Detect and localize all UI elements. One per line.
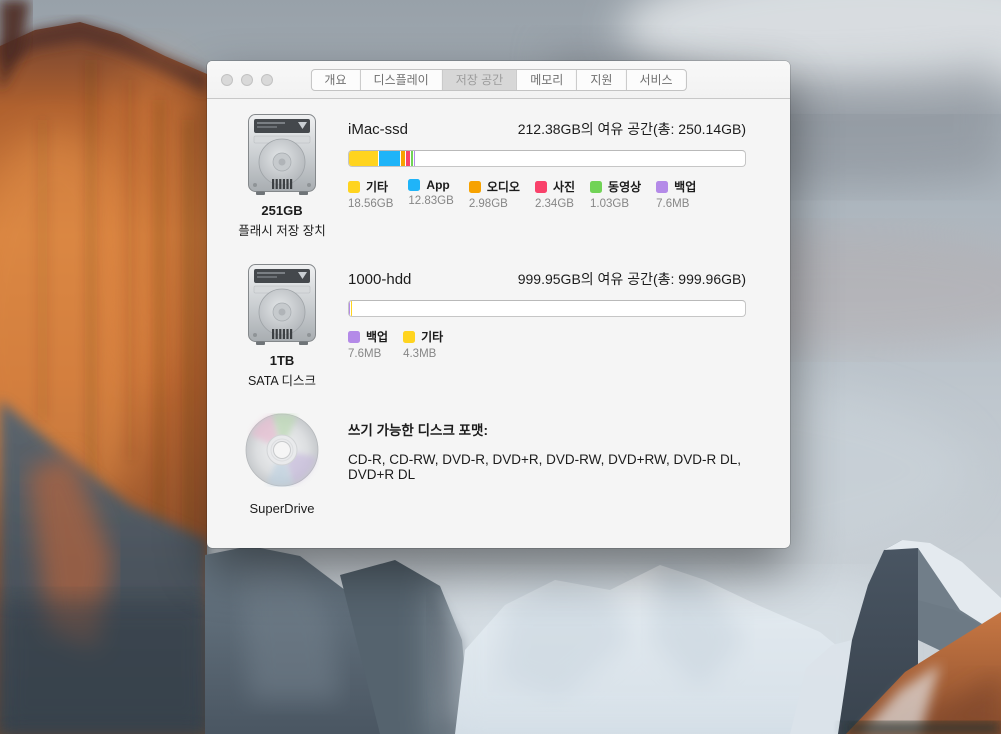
disk-row: 251GB 플래시 저장 장치 iMac-ssd 212.38GB의 여유 공간… [233, 113, 746, 263]
disk-type-label: 플래시 저장 장치 [233, 220, 331, 239]
window-titlebar[interactable]: 개요디스플레이저장 공간메모리지원서비스 [207, 61, 790, 99]
tab-3[interactable]: 메모리 [516, 70, 576, 90]
disk-free-space: 212.38GB의 여유 공간(총: 250.14GB) [518, 119, 746, 139]
legend-color-chip [408, 179, 420, 191]
writable-formats-title: 쓰기 가능한 디스크 포맷: [348, 419, 746, 439]
legend-color-chip [348, 181, 360, 193]
legend-label: App [426, 178, 449, 192]
storage-legend: 백업 7.6MB 기타 4.3MB [348, 328, 746, 360]
bar-segment [414, 151, 415, 166]
legend-item: App 12.83GB [408, 178, 453, 210]
legend-label: 백업 [366, 328, 388, 345]
bar-segment [401, 151, 406, 166]
toolbar-tabs: 개요디스플레이저장 공간메모리지원서비스 [310, 69, 686, 91]
legend-color-chip [469, 181, 481, 193]
legend-item: 기타 4.3MB [403, 328, 443, 360]
legend-item: 백업 7.6MB [348, 328, 388, 360]
bar-segment [351, 301, 352, 316]
disk-row: 1TB SATA 디스크 1000-hdd 999.95GB의 여유 공간(총:… [233, 263, 746, 413]
legend-size: 7.6MB [348, 348, 388, 360]
legend-label: 기타 [421, 328, 443, 345]
legend-size: 2.34GB [535, 198, 575, 210]
storage-legend: 기타 18.56GB App 12.83GB 오디오 2.98GB 사진 2.34GB 동영상 1… [348, 178, 746, 210]
superdrive-row: SuperDrive 쓰기 가능한 디스크 포맷: CD-R, CD-RW, D… [233, 413, 746, 516]
optical-disc-icon [245, 474, 319, 491]
legend-color-chip [590, 181, 602, 193]
legend-color-chip [403, 331, 415, 343]
storage-usage-bar [348, 300, 746, 317]
legend-item: 동영상 1.03GB [590, 178, 641, 210]
disk-free-space: 999.95GB의 여유 공간(총: 999.96GB) [518, 269, 746, 289]
legend-item: 기타 18.56GB [348, 178, 393, 210]
superdrive-label: SuperDrive [233, 501, 331, 516]
bar-segment [349, 151, 378, 166]
writable-formats-list: CD-R, CD-RW, DVD-R, DVD+R, DVD-RW, DVD+R… [348, 452, 746, 482]
hard-drive-icon [247, 334, 317, 351]
about-mac-window: 개요디스플레이저장 공간메모리지원서비스 [207, 61, 790, 548]
legend-label: 동영상 [608, 178, 641, 195]
tab-2[interactable]: 저장 공간 [442, 70, 517, 90]
traffic-lights [221, 74, 273, 86]
legend-color-chip [348, 331, 360, 343]
legend-label: 사진 [553, 178, 575, 195]
legend-size: 2.98GB [469, 198, 520, 210]
tab-1[interactable]: 디스플레이 [360, 70, 442, 90]
disk-type-label: SATA 디스크 [233, 370, 331, 389]
legend-item: 오디오 2.98GB [469, 178, 520, 210]
legend-color-chip [535, 181, 547, 193]
legend-color-chip [656, 181, 668, 193]
disk-name: 1000-hdd [348, 271, 411, 288]
legend-label: 기타 [366, 178, 388, 195]
disk-capacity-label: 251GB [233, 203, 331, 218]
legend-size: 7.6MB [656, 198, 696, 210]
minimize-button[interactable] [241, 74, 253, 86]
zoom-button[interactable] [261, 74, 273, 86]
legend-size: 4.3MB [403, 348, 443, 360]
storage-usage-bar [348, 150, 746, 167]
legend-label: 백업 [674, 178, 696, 195]
bar-segment [379, 151, 399, 166]
disk-name: iMac-ssd [348, 121, 408, 138]
bar-segment [349, 301, 350, 316]
legend-item: 사진 2.34GB [535, 178, 575, 210]
storage-panel: 251GB 플래시 저장 장치 iMac-ssd 212.38GB의 여유 공간… [207, 99, 790, 516]
legend-size: 1.03GB [590, 198, 641, 210]
legend-size: 18.56GB [348, 198, 393, 210]
legend-label: 오디오 [487, 178, 520, 195]
bar-segment [406, 151, 410, 166]
bar-segment [411, 151, 413, 166]
legend-size: 12.83GB [408, 195, 453, 207]
disk-capacity-label: 1TB [233, 353, 331, 368]
tab-4[interactable]: 지원 [576, 70, 625, 90]
tab-5[interactable]: 서비스 [625, 70, 685, 90]
tab-0[interactable]: 개요 [311, 70, 359, 90]
legend-item: 백업 7.6MB [656, 178, 696, 210]
close-button[interactable] [221, 74, 233, 86]
hard-drive-icon [247, 184, 317, 201]
